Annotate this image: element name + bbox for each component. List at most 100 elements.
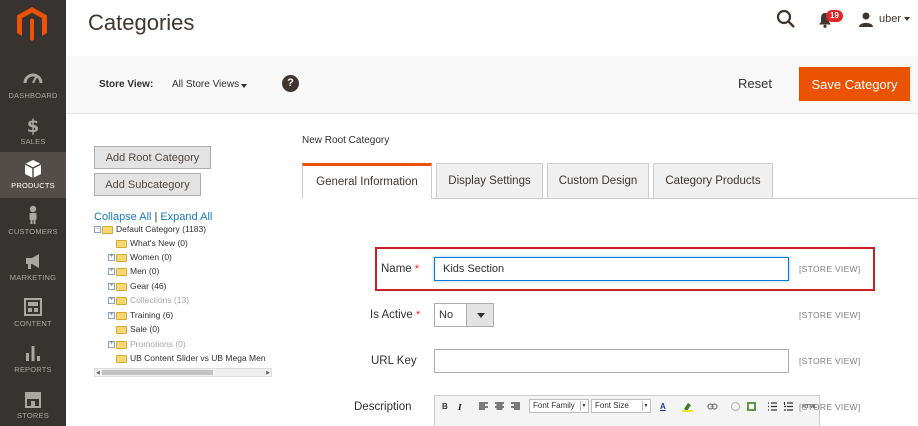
tab-display-settings[interactable]: Display Settings (436, 163, 543, 199)
font-family-select[interactable]: Font Family ▼ (529, 399, 589, 413)
nav-label: MARKETING (9, 273, 57, 282)
tree-node-label: Women (0) (130, 252, 172, 262)
nav-marketing[interactable]: MARKETING (0, 244, 66, 290)
nav-dashboard[interactable]: DASHBOARD (0, 62, 66, 108)
is-active-label: Is Active * (370, 309, 421, 321)
tree-node-default-category[interactable]: − Default Category (1183) (94, 224, 206, 237)
username-label[interactable]: uber (879, 13, 901, 25)
description-label: Description (354, 401, 412, 413)
expand-node-icon[interactable]: + (108, 254, 115, 262)
folder-icon (116, 311, 127, 320)
scroll-right-icon[interactable]: ▶ (266, 370, 270, 376)
store-view-select[interactable]: All Store Views (172, 79, 239, 90)
scrollbar-thumb[interactable] (102, 370, 213, 375)
nav-label: SALES (20, 137, 46, 146)
dashboard-icon (23, 73, 43, 84)
dollar-icon: $ (27, 116, 40, 135)
tree-node[interactable]: + Collections (13) (108, 295, 189, 308)
collapse-node-icon[interactable]: − (94, 226, 101, 234)
align-left-icon[interactable] (478, 401, 489, 412)
svg-text:$: $ (27, 116, 40, 135)
expand-node-icon[interactable]: + (108, 297, 115, 305)
align-center-icon[interactable] (494, 401, 505, 412)
link-separator: | (154, 211, 158, 223)
expand-node-icon[interactable]: + (108, 341, 115, 349)
magento-logo-icon[interactable] (16, 6, 48, 42)
chevron-down-icon: ▼ (580, 401, 587, 411)
scroll-left-icon[interactable]: ◀ (96, 370, 100, 376)
expand-node-icon[interactable]: + (108, 283, 115, 291)
folder-icon (116, 253, 127, 262)
store-view-label: Store View: (99, 79, 154, 90)
bullet-list-icon[interactable] (767, 401, 778, 412)
scope-label: [STORE VIEW] (799, 310, 861, 320)
link-icon[interactable] (707, 401, 718, 412)
expand-all-link[interactable]: Expand All (160, 211, 212, 223)
add-root-category-button[interactable]: Add Root Category (94, 146, 211, 169)
tree-node[interactable]: What's New (0) (116, 238, 188, 251)
bold-button[interactable]: B (442, 400, 448, 414)
add-subcategory-button[interactable]: Add Subcategory (94, 173, 201, 196)
tree-node-label: Promotions (0) (130, 339, 186, 349)
nav-label: CONTENT (14, 319, 52, 328)
tree-horizontal-scrollbar[interactable]: ◀ ▶ (94, 368, 272, 377)
highlight-color-icon[interactable] (682, 401, 693, 412)
nav-label: CUSTOMERS (8, 227, 58, 236)
tree-node-label: Collections (13) (130, 295, 190, 305)
folder-icon (116, 325, 127, 334)
tree-node[interactable]: + Promotions (0) (108, 339, 186, 352)
numbered-list-icon[interactable] (783, 401, 794, 412)
align-right-icon[interactable] (510, 401, 521, 412)
person-icon (29, 205, 37, 224)
help-icon[interactable]: ? (282, 75, 299, 92)
nav-label: REPORTS (14, 365, 52, 374)
chevron-down-icon[interactable] (904, 17, 910, 21)
italic-button[interactable]: I (458, 400, 462, 414)
nav-content[interactable]: CONTENT (0, 290, 66, 336)
expand-node-icon[interactable]: + (108, 312, 115, 320)
tree-node[interactable]: + Men (0) (108, 266, 159, 279)
nav-sales[interactable]: $ SALES (0, 108, 66, 154)
folder-icon (102, 225, 113, 234)
nav-customers[interactable]: CUSTOMERS (0, 198, 66, 244)
image-icon[interactable] (746, 401, 757, 412)
unlink-icon[interactable] (730, 401, 741, 412)
nav-reports[interactable]: REPORTS (0, 336, 66, 382)
required-mark: * (416, 309, 421, 321)
tab-category-products[interactable]: Category Products (653, 163, 773, 199)
tree-node[interactable]: + Gear (46) (108, 281, 166, 294)
chevron-down-icon[interactable] (241, 84, 247, 88)
collapse-all-link[interactable]: Collapse All (94, 211, 151, 223)
is-active-value: No (439, 309, 454, 321)
tab-custom-design[interactable]: Custom Design (547, 163, 649, 199)
chevron-down-icon: ▼ (642, 401, 649, 411)
tree-node[interactable]: + Training (6) (108, 310, 173, 323)
nav-label: DASHBOARD (8, 91, 58, 100)
reset-button[interactable]: Reset (738, 76, 772, 91)
tree-node[interactable]: UB Content Slider vs UB Mega Men (116, 353, 266, 366)
nav-products[interactable]: PRODUCTS (0, 152, 66, 198)
tree-expand-collapse-links: Collapse All | Expand All (94, 211, 212, 223)
tree-node[interactable]: + Women (0) (108, 252, 172, 265)
url-key-input[interactable] (434, 349, 789, 373)
tab-general-information[interactable]: General Information (302, 163, 432, 199)
font-size-select[interactable]: Font Size ▼ (591, 399, 651, 413)
tree-node[interactable]: Sale (0) (116, 324, 160, 337)
category-tree: − Default Category (1183) What's New (0) … (94, 224, 276, 368)
nav-label: STORES (17, 411, 49, 420)
categories-page: DASHBOARD $ SALES PRODUCTS CUSTOMERS MAR… (0, 0, 918, 426)
chevron-down-icon[interactable] (466, 304, 493, 326)
font-size-label: Font Size (595, 401, 629, 410)
tree-node-label: What's New (0) (130, 238, 188, 248)
user-icon[interactable] (858, 11, 874, 27)
required-mark: * (414, 263, 420, 275)
expand-node-icon[interactable]: + (108, 268, 115, 276)
section-label: New Root Category (302, 135, 390, 146)
text-color-button[interactable]: A (660, 400, 666, 414)
name-input[interactable]: Kids Section (434, 257, 789, 281)
font-family-label: Font Family (533, 401, 575, 410)
save-category-button[interactable]: Save Category (799, 67, 910, 101)
nav-stores[interactable]: STORES (0, 382, 66, 426)
scope-label: [STORE VIEW] (799, 264, 861, 274)
search-icon[interactable] (776, 9, 796, 29)
